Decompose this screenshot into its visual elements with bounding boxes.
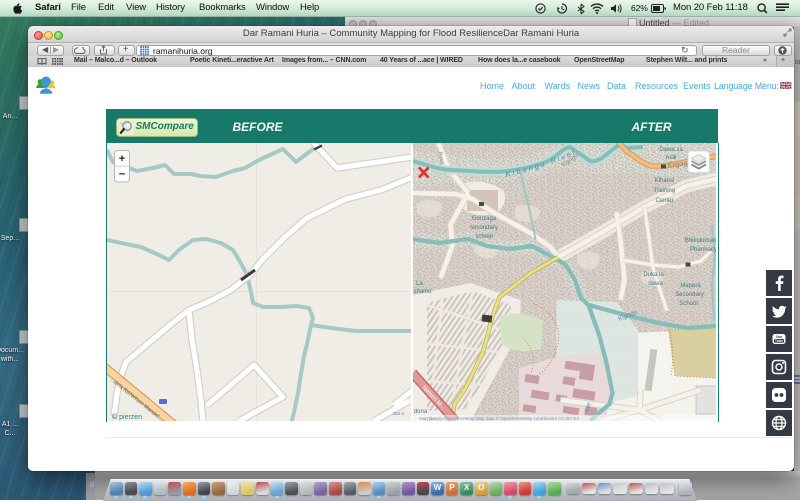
svg-text:Training: Training — [653, 188, 674, 194]
svg-text:Pharmacy: Pharmacy — [689, 247, 716, 253]
svg-text:Tube: Tube — [775, 339, 783, 343]
svg-text:Dar e: Dar e — [393, 411, 405, 416]
svg-text:Duka la: Duka la — [643, 272, 664, 278]
svg-text:dona: dona — [413, 409, 427, 415]
svg-text:−: − — [118, 169, 124, 181]
svg-text:© pierzen: © pierzen — [112, 413, 142, 421]
svg-text:Secondary: Secondary — [675, 292, 704, 298]
svg-text:Kihansi: Kihansi — [654, 178, 674, 184]
svg-text:Gonzaga: Gonzaga — [471, 216, 496, 222]
svg-text:Center: Center — [655, 198, 673, 204]
svg-text:Bhikoloman: Bhikoloman — [684, 238, 715, 244]
svg-text:School: School — [679, 301, 697, 307]
svg-text:+: + — [118, 153, 124, 165]
svg-text:Dawa za: Dawa za — [659, 147, 683, 153]
svg-text:La: La — [416, 281, 423, 287]
svg-text:Mapera: Mapera — [680, 283, 701, 289]
svg-text:secondary: secondary — [470, 225, 498, 231]
svg-text:dawa: dawa — [648, 281, 663, 287]
svg-text:shamu: shamu — [413, 289, 431, 295]
svg-text:Map tiles © OpenStreetMap Ma: Map tiles © OpenStreetMap Map data © Ope… — [419, 415, 579, 421]
svg-text:school: school — [475, 234, 492, 240]
